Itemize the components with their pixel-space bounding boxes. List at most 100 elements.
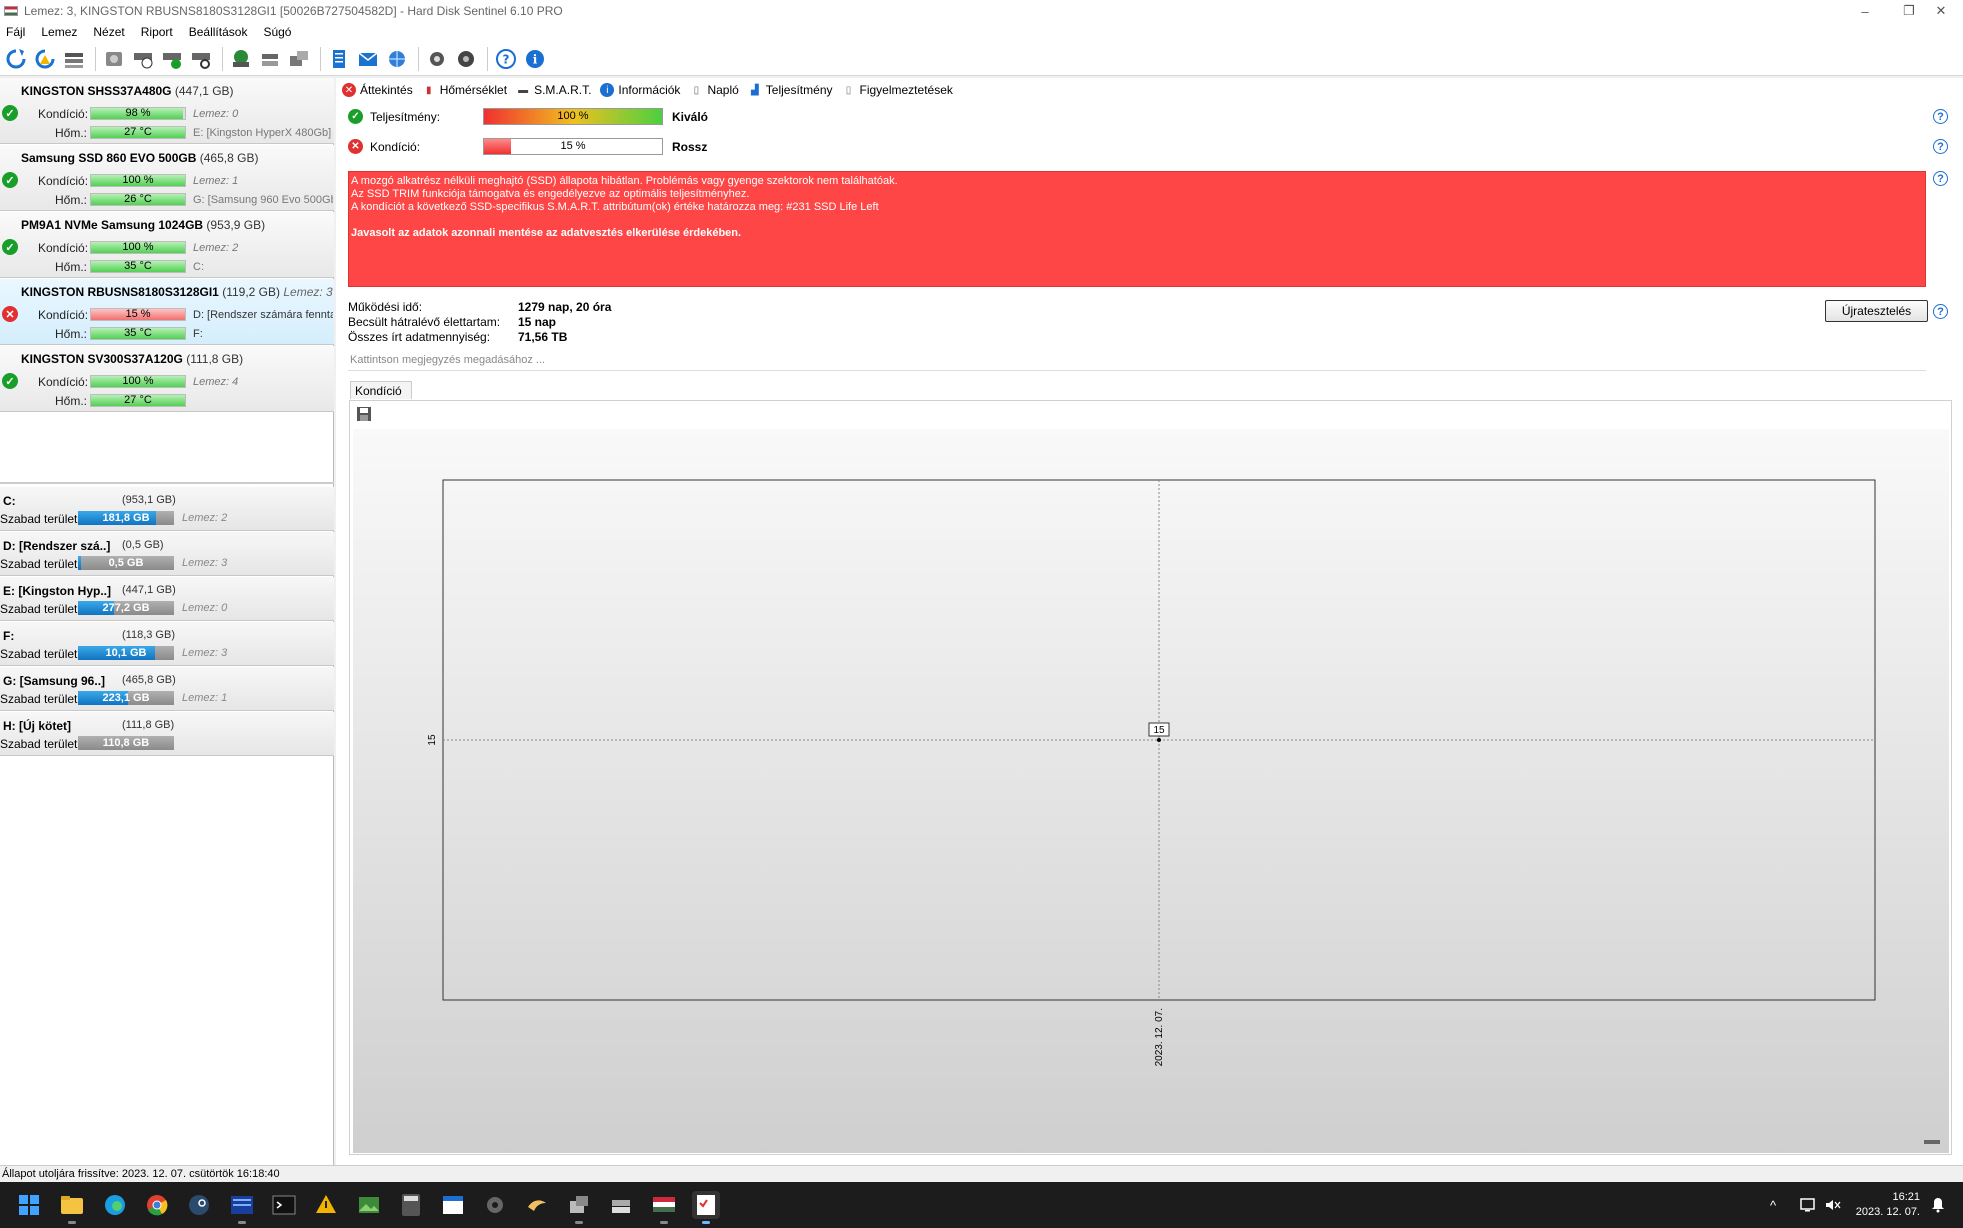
warning-app-icon[interactable] xyxy=(312,1191,340,1219)
menu-disk[interactable]: Lemez xyxy=(41,25,77,39)
temp-label: Hőm.: xyxy=(55,260,88,274)
volume-item[interactable]: F: (118,3 GB) Szabad terület 10,1 GB Lem… xyxy=(0,622,334,666)
panel-splitter[interactable] xyxy=(0,482,334,484)
web-icon[interactable] xyxy=(384,46,409,71)
volume-item[interactable]: D: [Rendszer szá..] (0,5 GB) Szabad terü… xyxy=(0,532,334,576)
app-icon[interactable] xyxy=(228,1191,256,1224)
disk-name: KINGSTON SV300S37A120G xyxy=(21,352,183,366)
info-icon[interactable]: i xyxy=(522,46,547,71)
file-explorer-icon[interactable] xyxy=(58,1191,86,1224)
steam-icon[interactable] xyxy=(185,1191,213,1219)
sound-icon[interactable] xyxy=(453,46,478,71)
help-icon[interactable]: ? xyxy=(1933,171,1948,186)
disk-clock-icon[interactable] xyxy=(130,46,155,71)
calculator-icon[interactable] xyxy=(397,1191,425,1219)
disk-index: Lemez: 3 xyxy=(283,285,333,299)
status-ok-icon: ✓ xyxy=(2,239,18,255)
menu-view[interactable]: Nézet xyxy=(93,25,124,39)
condition-bar: 15 % xyxy=(90,308,186,321)
menu-settings[interactable]: Beállítások xyxy=(189,25,248,39)
close-button[interactable]: ✕ xyxy=(1919,0,1963,22)
settings-gear-icon[interactable] xyxy=(481,1191,509,1219)
toolbar-separator xyxy=(320,46,321,71)
refresh-warning-icon[interactable] xyxy=(32,46,57,71)
menu-file[interactable]: Fájl xyxy=(6,25,25,39)
temp-bar: 26 °C xyxy=(90,193,186,206)
disk-item[interactable]: KINGSTON SV300S37A120G (111,8 GB) ✓ Kond… xyxy=(0,346,334,412)
help-icon[interactable]: ? xyxy=(1933,304,1948,319)
menu-report[interactable]: Riport xyxy=(141,25,173,39)
disk-item[interactable]: KINGSTON SHSS37A480G (447,1 GB) ✓ Kondíc… xyxy=(0,78,334,144)
volume-name: F: xyxy=(3,629,15,643)
condition-value: 98 % xyxy=(125,107,151,119)
terminal-icon[interactable] xyxy=(270,1191,298,1219)
tab-temperature[interactable]: ▮ Hőmérséklet xyxy=(422,83,507,97)
disk-item-selected[interactable]: KINGSTON RBUSNS8180S3128GI1 (119,2 GB) L… xyxy=(0,279,334,345)
note-input[interactable]: Kattintson megjegyzés megadásához ... xyxy=(348,351,1926,371)
disk-check-icon[interactable] xyxy=(159,46,184,71)
title-bar: Lemez: 3, KINGSTON RBUSNS8180S3128GI1 [5… xyxy=(0,0,1963,22)
status-bar: Állapot utoljára frissítve: 2023. 12. 07… xyxy=(0,1165,1963,1182)
temp-value: 26 °C xyxy=(124,193,152,205)
tray-chevron-icon[interactable]: ^ xyxy=(1770,1182,1776,1228)
network-icon[interactable] xyxy=(1800,1182,1818,1228)
volume-item[interactable]: E: [Kingston Hyp..] (447,1 GB) Szabad te… xyxy=(0,577,334,621)
tab-performance[interactable]: ▟ Teljesítmény xyxy=(748,83,833,97)
temp-bar: 35 °C xyxy=(90,260,186,273)
help-icon[interactable]: ? xyxy=(493,46,518,71)
disk-icon[interactable] xyxy=(101,46,126,71)
disk-index: Lemez: 2 xyxy=(193,242,239,254)
notification-bell-icon[interactable] xyxy=(1931,1182,1945,1228)
refresh-icon[interactable] xyxy=(3,46,28,71)
condition-label: Kondíció: xyxy=(38,107,89,121)
free-space-label: Szabad terület xyxy=(0,557,78,571)
system-clock[interactable]: 16:21 2023. 12. 07. xyxy=(1840,1190,1920,1220)
image-app-icon[interactable] xyxy=(355,1191,383,1219)
help-icon[interactable]: ? xyxy=(1933,139,1948,154)
report-icon[interactable] xyxy=(326,46,351,71)
remaining-life-label: Becsült hátralévő élettartam: xyxy=(348,315,501,329)
condition-chart: 15 2023. 12. 07. 15 xyxy=(353,429,1949,1153)
disk-item[interactable]: PM9A1 NVMe Samsung 1024GB (953,9 GB) ✓ K… xyxy=(0,212,334,278)
disk-item[interactable]: Samsung SSD 860 EVO 500GB (465,8 GB) ✓ K… xyxy=(0,145,334,211)
retest-button[interactable]: Újratesztelés xyxy=(1825,300,1928,322)
brush-app-icon[interactable] xyxy=(523,1191,551,1219)
save-chart-icon[interactable] xyxy=(356,406,372,422)
disk-transfer-icon[interactable] xyxy=(286,46,311,71)
settings-icon[interactable] xyxy=(424,46,449,71)
tab-smart[interactable]: ▬ S.M.A.R.T. xyxy=(516,83,591,97)
windows-start-icon[interactable] xyxy=(15,1191,43,1219)
calendar-app-icon[interactable] xyxy=(439,1191,467,1219)
tab-information[interactable]: i Információk xyxy=(600,83,680,97)
tab-label: Figyelmeztetések xyxy=(859,83,953,97)
edge-icon[interactable] xyxy=(101,1191,129,1219)
chart-collapse-button[interactable] xyxy=(1924,1140,1940,1144)
disk-stack-icon[interactable] xyxy=(257,46,282,71)
disk-app-icon[interactable] xyxy=(565,1191,593,1224)
condition-label: Kondíció: xyxy=(370,140,421,154)
volume-size: (118,3 GB) xyxy=(122,629,175,641)
free-space-bar: 0,5 GB xyxy=(78,556,174,570)
disk-search-icon[interactable] xyxy=(188,46,213,71)
disk-size: (119,2 GB) xyxy=(222,285,281,299)
tab-alerts[interactable]: ▯ Figyelmeztetések xyxy=(842,83,953,97)
hdsentinel-icon[interactable] xyxy=(692,1191,720,1224)
chrome-icon[interactable] xyxy=(143,1191,171,1219)
disk-app2-icon[interactable] xyxy=(607,1191,635,1219)
tab-log[interactable]: ▯ Napló xyxy=(689,83,739,97)
volume-item[interactable]: G: [Samsung 96..] (465,8 GB) Szabad terü… xyxy=(0,667,334,711)
disk-list-icon[interactable] xyxy=(61,46,86,71)
minimize-button[interactable]: – xyxy=(1843,0,1887,22)
chart-tab-condition[interactable]: Kondíció (%) xyxy=(350,381,412,412)
flag-app-icon[interactable] xyxy=(650,1191,678,1224)
globe-disk-icon[interactable] xyxy=(228,46,253,71)
y-tick-label: 15 xyxy=(427,734,438,746)
help-icon[interactable]: ? xyxy=(1933,109,1948,124)
menu-help[interactable]: Súgó xyxy=(263,25,291,39)
condition-bar: 100 % xyxy=(90,241,186,254)
volume-item[interactable]: H: [Új kötet] (111,8 GB) Szabad terület … xyxy=(0,712,334,756)
mail-icon[interactable] xyxy=(355,46,380,71)
volume-item[interactable]: C: (953,1 GB) Szabad terület 181,8 GB Le… xyxy=(0,487,334,531)
disk-index: Lemez: 4 xyxy=(193,376,239,388)
tab-overview[interactable]: ✕ Áttekintés xyxy=(342,83,413,97)
